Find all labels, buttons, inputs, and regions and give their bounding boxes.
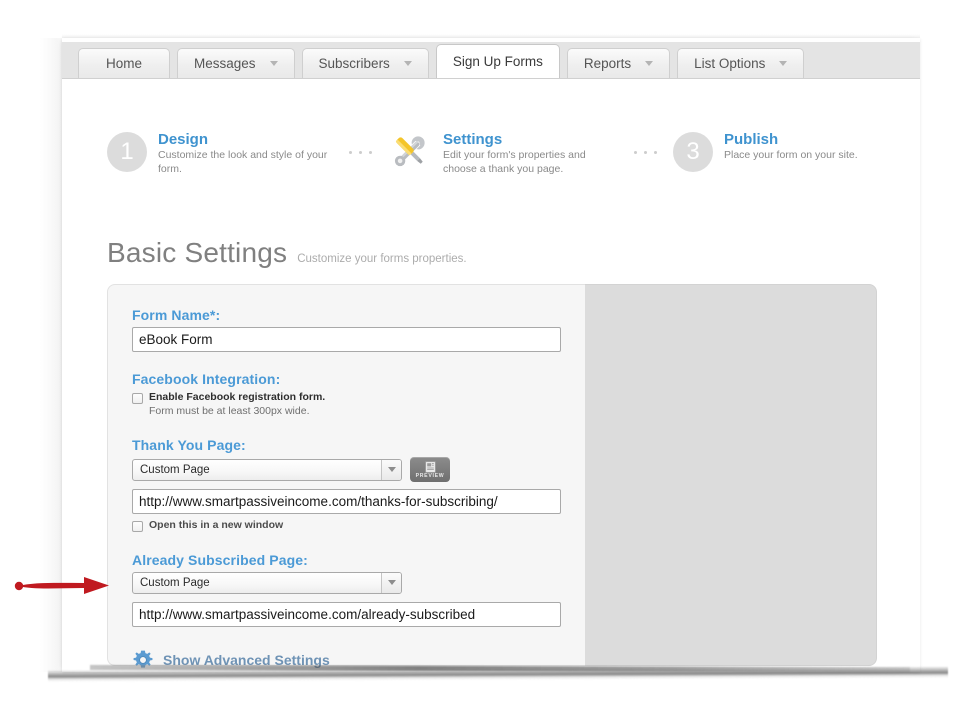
step-title: Publish: [724, 131, 779, 148]
basic-settings-form: Form Name*: Facebook Integration: Enable…: [107, 284, 585, 668]
page-left-shadow: [40, 38, 64, 672]
chevron-down-icon[interactable]: [381, 459, 401, 480]
page-subtitle: Customize your forms properties.: [297, 253, 467, 265]
chevron-down-icon: [269, 61, 278, 66]
tab-subscribers[interactable]: Subscribers: [301, 48, 429, 78]
main-tab-bar: Home Messages Subscribers Sign Up Forms …: [62, 42, 920, 79]
facebook-integration-group: Facebook Integration: Enable Facebook re…: [132, 371, 561, 418]
thank-you-page-select[interactable]: Custom Page: [132, 458, 402, 481]
wizard-steps: 1 Design Customize the look and style of…: [107, 129, 897, 189]
thank-you-preview-button[interactable]: PREVIEW: [410, 457, 450, 483]
already-subscribed-select-value: Custom Page: [140, 576, 210, 589]
tab-list-options[interactable]: List Options: [677, 48, 805, 78]
preview-button-label: PREVIEW: [415, 472, 445, 479]
step-description: Edit your form's properties and choose a…: [443, 149, 586, 175]
form-preview-panel: [585, 284, 877, 666]
tab-label: Sign Up Forms: [452, 54, 543, 69]
step-title: Design: [158, 131, 209, 148]
form-name-label: Form Name*:: [132, 307, 221, 323]
page-title: Basic Settings: [107, 237, 288, 268]
already-subscribed-select[interactable]: Custom Page: [132, 571, 402, 594]
chevron-down-icon: [403, 61, 412, 66]
already-subscribed-label: Already Subscribed Page:: [132, 551, 308, 568]
facebook-width-hint: Form must be at least 300px wide.: [149, 404, 310, 417]
wizard-step-design[interactable]: 1 Design Customize the look and style of…: [107, 129, 333, 176]
step-description: Customize the look and style of your for…: [158, 149, 328, 175]
tab-label: Subscribers: [318, 56, 390, 71]
tab-home[interactable]: Home: [78, 48, 170, 78]
torn-paper-bottom-edge: [47, 666, 949, 682]
settings-panel-wrap: Form Name*: Facebook Integration: Enable…: [107, 284, 877, 668]
tab-reports[interactable]: Reports: [566, 48, 671, 78]
wizard-step-publish[interactable]: 3 Publish Place your form on your site.: [673, 129, 858, 172]
chevron-down-icon[interactable]: [381, 572, 401, 593]
tab-messages[interactable]: Messages: [177, 48, 295, 78]
number-circle-icon: 3: [673, 132, 713, 172]
thank-you-page-label: Thank You Page:: [132, 437, 246, 454]
enable-facebook-checkbox[interactable]: [132, 393, 143, 404]
already-subscribed-group: Already Subscribed Page: Custom Page: [132, 552, 561, 627]
wrench-screwdriver-icon: [394, 136, 425, 167]
tab-label: Messages: [194, 56, 256, 71]
section-heading: Basic Settings Customize your forms prop…: [107, 237, 467, 269]
tab-label: Reports: [583, 56, 632, 71]
thank-you-page-select-value: Custom Page: [140, 463, 210, 476]
enable-facebook-label: Enable Facebook registration form.: [149, 391, 326, 403]
page-content: 1 Design Customize the look and style of…: [62, 79, 920, 672]
chevron-down-icon: [779, 61, 788, 66]
already-subscribed-url-input[interactable]: [132, 601, 561, 627]
number-circle-icon: 1: [107, 132, 147, 172]
wizard-step-settings[interactable]: Settings Edit your form's properties and…: [388, 129, 618, 176]
thank-you-page-group: Thank You Page: Custom Page PREVIEW http…: [132, 437, 561, 533]
step-description: Place your form on your site.: [724, 149, 858, 162]
thank-you-url-input[interactable]: [132, 489, 561, 515]
open-new-window-checkbox[interactable]: [132, 521, 143, 533]
step-connector-dots: [349, 151, 372, 154]
chevron-down-icon: [645, 61, 654, 66]
step-title: Settings: [443, 131, 503, 148]
open-new-window-label: Open this in a new window: [149, 519, 284, 532]
form-name-input[interactable]: [132, 327, 561, 352]
form-name-group: Form Name*:: [132, 307, 561, 352]
step-connector-dots: [634, 151, 657, 154]
tab-label: Home: [105, 56, 142, 71]
tab-sign-up-forms[interactable]: Sign Up Forms: [435, 44, 560, 78]
facebook-integration-label: Facebook Integration:: [132, 371, 281, 387]
document-icon: [424, 460, 436, 473]
tab-label: List Options: [694, 56, 766, 71]
